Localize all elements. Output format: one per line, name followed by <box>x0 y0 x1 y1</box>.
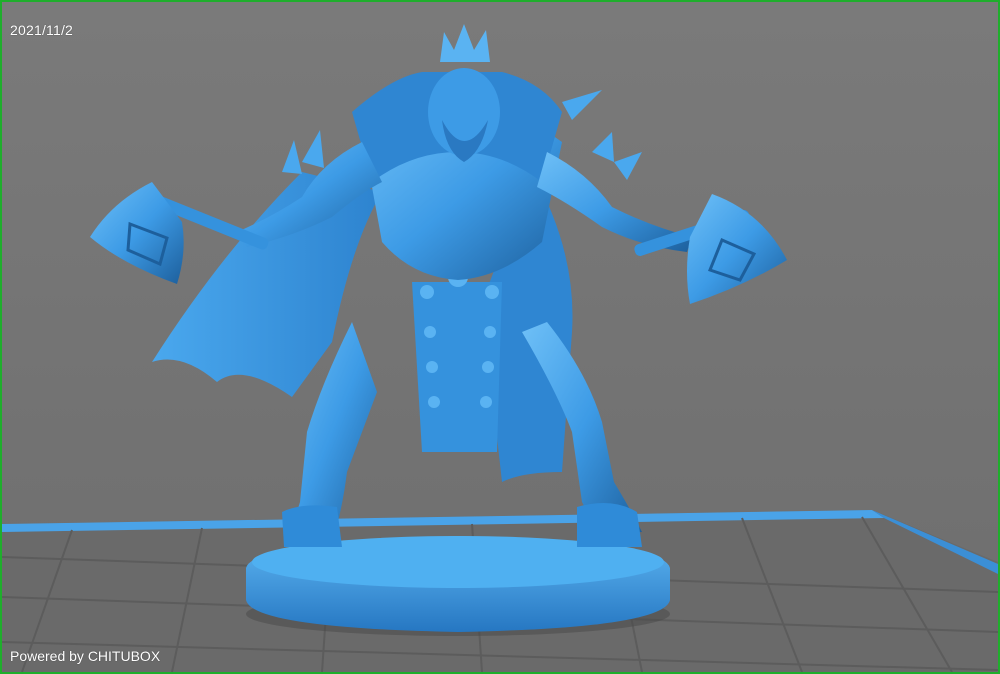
watermark-text: Powered by CHITUBOX <box>10 648 161 664</box>
viewer-viewport[interactable]: 2021/11/2 Powered by CHITUBOX <box>0 0 1000 674</box>
3d-scene[interactable] <box>2 2 998 672</box>
model-base[interactable] <box>246 536 670 636</box>
date-stamp: 2021/11/2 <box>10 22 74 38</box>
right-axe <box>634 194 787 304</box>
warrior-model[interactable] <box>90 24 787 547</box>
